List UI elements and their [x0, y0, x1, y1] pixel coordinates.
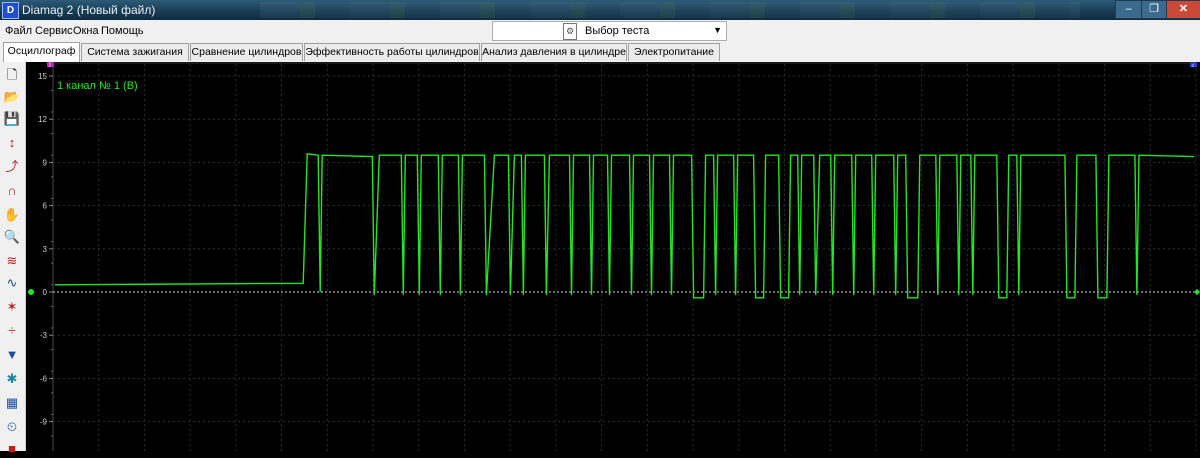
save-icon[interactable]: 💾	[3, 110, 21, 128]
color-filter-icon[interactable]: ▼	[3, 346, 21, 364]
open-file-icon[interactable]: 📂	[3, 88, 21, 106]
hand-pan-icon[interactable]: ✋	[3, 206, 21, 224]
test-document-icon: ⚙	[563, 23, 577, 40]
window-title: Diamag 2 (Новый файл)	[22, 3, 156, 17]
menu-service[interactable]: Сервис	[35, 25, 73, 37]
channel-label: 1 канал № 1 (В)	[57, 80, 138, 92]
menu-windows[interactable]: Окна	[73, 25, 99, 37]
y-tick-label: 12	[38, 115, 47, 124]
oscilloscope-chart[interactable]: 15129630-3-6-91 21 канал № 1 (В)	[26, 62, 1200, 451]
diamag-app-icon[interactable]: D	[2, 2, 19, 19]
close-icon[interactable]: ✕	[1166, 0, 1200, 19]
minimize-icon[interactable]: –	[1115, 0, 1142, 19]
y-tick-label: 0	[43, 288, 48, 297]
tab-cylinder-pressure[interactable]: Анализ давления в цилиндре	[481, 43, 627, 61]
y-tick-label: -3	[40, 331, 48, 340]
y-tick-label: 3	[43, 245, 48, 254]
maximize-icon[interactable]: ❐	[1141, 0, 1167, 19]
left-toolbar: 🗋 📂 💾 ↕ ⤴ ∩ ✋ 🔍 ≋ ∿ ✶ ÷ ▼ ✱ ▦ ⏲ ■	[0, 62, 26, 456]
y-tick-label: 6	[43, 202, 48, 211]
desktop-background-strip	[260, 2, 1080, 18]
sync-icon[interactable]: ∩	[3, 182, 21, 200]
auto-scale-icon[interactable]: ↕	[3, 134, 21, 152]
menu-help[interactable]: Помощь	[101, 25, 144, 37]
auto-measure-icon[interactable]: ⏲	[3, 418, 21, 436]
filter-icon[interactable]: ✶	[3, 298, 21, 316]
new-file-icon[interactable]: 🗋	[3, 66, 21, 84]
tab-cylinder-comparison[interactable]: Сравнение цилиндров	[190, 43, 303, 61]
zero-marker-right	[1194, 289, 1200, 295]
tab-oscilloscope[interactable]: Осциллограф	[3, 42, 80, 62]
test-select[interactable]: ⚙ Выбор теста ▼	[492, 21, 727, 41]
tab-cylinder-efficiency[interactable]: Эффективность работы цилиндров	[304, 43, 480, 61]
title-bar: D Diamag 2 (Новый файл) – ❐ ✕	[0, 0, 1200, 20]
cursor-icon[interactable]: ÷	[3, 322, 21, 340]
stop-icon[interactable]: ■	[3, 440, 21, 458]
cursor-marker-1-label: 1	[49, 63, 52, 69]
signal-trace	[54, 153, 1195, 299]
table-icon[interactable]: ▦	[3, 394, 21, 412]
y-tick-label: 15	[38, 72, 47, 81]
bug-icon[interactable]: ✱	[3, 370, 21, 388]
zero-marker-left	[28, 289, 34, 295]
zoom-icon[interactable]: 🔍	[3, 228, 21, 246]
chevron-down-icon: ▼	[713, 25, 722, 35]
y-tick-label: 9	[43, 158, 48, 167]
tab-ignition-system[interactable]: Система зажигания	[81, 43, 189, 61]
test-select-value: Выбор теста	[585, 25, 650, 37]
tab-power-supply[interactable]: Электропитание	[628, 43, 720, 61]
tab-bar: Осциллограф Система зажигания Сравнение …	[0, 42, 1200, 63]
oscilloscope-plot[interactable]: 15 12 9 6 3 0 -3 -6 -9 1 2 1 канал № 1 (В)	[26, 62, 1200, 451]
y-tick-label: -6	[40, 374, 48, 383]
menu-file[interactable]: Файл	[5, 25, 32, 37]
trigger-icon[interactable]: ⤴	[3, 158, 21, 176]
y-tick-label: -9	[40, 418, 48, 427]
wave-compare-icon[interactable]: ∿	[3, 274, 21, 292]
overlay-waves-icon[interactable]: ≋	[3, 252, 21, 270]
